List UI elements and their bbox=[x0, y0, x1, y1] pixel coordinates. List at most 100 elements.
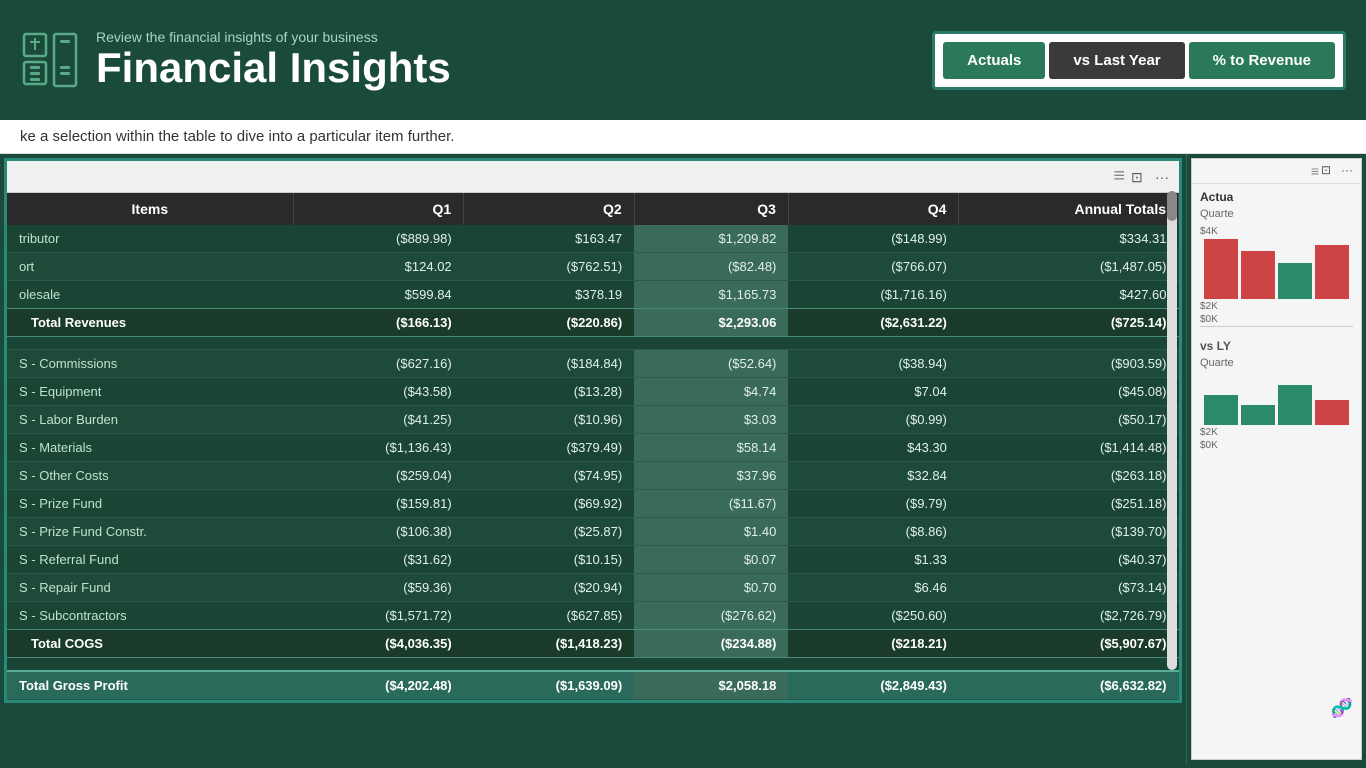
bar2-q1 bbox=[1204, 395, 1238, 425]
expand-icon[interactable]: ⊡ bbox=[1131, 169, 1147, 185]
table-row[interactable]: S - Subcontractors($1,571.72)($627.85)($… bbox=[7, 602, 1179, 630]
cell-item: tributor bbox=[7, 225, 293, 253]
cell-col4: ($766.07) bbox=[788, 253, 959, 281]
actuals-button[interactable]: Actuals bbox=[943, 42, 1045, 79]
cell-col1: ($43.58) bbox=[293, 378, 464, 406]
main-content: ≡ ⊡ ··· Items Q1 Q2 Q3 Q4 Annual Totals bbox=[0, 154, 1366, 764]
cell-col4: ($2,849.43) bbox=[788, 671, 959, 700]
cell-col5: ($2,726.79) bbox=[959, 602, 1179, 630]
cell-item: Total COGS bbox=[7, 630, 293, 658]
y-label-0k-vs: $0K bbox=[1200, 440, 1218, 451]
page-title: Financial Insights bbox=[96, 45, 451, 91]
dna-icon: 🧬 bbox=[1331, 698, 1353, 719]
vs-last-year-button[interactable]: vs Last Year bbox=[1049, 42, 1184, 79]
cell-item: S - Referral Fund bbox=[7, 546, 293, 574]
table-row[interactable]: S - Referral Fund($31.62)($10.15)$0.07$1… bbox=[7, 546, 1179, 574]
cell-col1: ($106.38) bbox=[293, 518, 464, 546]
cell-col2: ($627.85) bbox=[464, 602, 635, 630]
cell-col1: ($166.13) bbox=[293, 309, 464, 337]
quarter-sidebar-label: Quarte bbox=[1192, 206, 1361, 222]
col-q1: Q1 bbox=[293, 193, 464, 225]
cell-col3: ($11.67) bbox=[634, 490, 788, 518]
cell-item: olesale bbox=[7, 281, 293, 309]
table-row[interactable]: S - Commissions($627.16)($184.84)($52.64… bbox=[7, 350, 1179, 378]
bar-q1 bbox=[1204, 239, 1238, 299]
cell-col5: ($1,487.05) bbox=[959, 253, 1179, 281]
cell-col1: $599.84 bbox=[293, 281, 464, 309]
table-row[interactable]: S - Prize Fund($159.81)($69.92)($11.67)(… bbox=[7, 490, 1179, 518]
cell-col2: ($184.84) bbox=[464, 350, 635, 378]
table-row[interactable] bbox=[7, 337, 1179, 350]
cell-col1: ($1,571.72) bbox=[293, 602, 464, 630]
subtitle-text: ke a selection within the table to dive … bbox=[20, 128, 454, 145]
cell-item: S - Other Costs bbox=[7, 462, 293, 490]
table-row[interactable]: olesale$599.84$378.19$1,165.73($1,716.16… bbox=[7, 281, 1179, 309]
quarter-sidebar-label2: Quarte bbox=[1192, 355, 1361, 371]
cell-col1: ($4,036.35) bbox=[293, 630, 464, 658]
cell-col4: ($38.94) bbox=[788, 350, 959, 378]
table-row[interactable]: S - Other Costs($259.04)($74.95)$37.96$3… bbox=[7, 462, 1179, 490]
cell-col5: ($45.08) bbox=[959, 378, 1179, 406]
cell-col5: ($40.37) bbox=[959, 546, 1179, 574]
sidebar-more-icon[interactable]: ··· bbox=[1341, 163, 1357, 179]
cell-col4: ($250.60) bbox=[788, 602, 959, 630]
cell-col1: ($59.36) bbox=[293, 574, 464, 602]
cell-col3: $1.40 bbox=[634, 518, 788, 546]
pct-to-revenue-button[interactable]: % to Revenue bbox=[1189, 42, 1335, 79]
cell-item: S - Materials bbox=[7, 434, 293, 462]
bar2-q4 bbox=[1315, 400, 1349, 425]
table-row[interactable]: S - Equipment($43.58)($13.28)$4.74$7.04(… bbox=[7, 378, 1179, 406]
cell-item: S - Prize Fund bbox=[7, 490, 293, 518]
cell-item: ort bbox=[7, 253, 293, 281]
cell-col2: ($10.96) bbox=[464, 406, 635, 434]
cell-col5: ($903.59) bbox=[959, 350, 1179, 378]
table-row[interactable]: Total Revenues($166.13)($220.86)$2,293.0… bbox=[7, 309, 1179, 337]
cell-col5: ($6,632.82) bbox=[959, 671, 1179, 700]
table-row[interactable]: S - Labor Burden($41.25)($10.96)$3.03($0… bbox=[7, 406, 1179, 434]
actuals-chart: $4K $2K $0K bbox=[1192, 222, 1361, 322]
table-panel: ≡ ⊡ ··· Items Q1 Q2 Q3 Q4 Annual Totals bbox=[0, 154, 1186, 764]
table-row[interactable]: tributor($889.98)$163.47$1,209.82($148.9… bbox=[7, 225, 1179, 253]
scrollbar[interactable] bbox=[1167, 191, 1177, 670]
cell-col3: ($276.62) bbox=[634, 602, 788, 630]
bar-q4 bbox=[1315, 245, 1349, 299]
cell-item: S - Repair Fund bbox=[7, 574, 293, 602]
cell-item: S - Subcontractors bbox=[7, 602, 293, 630]
header-text: Review the financial insights of your bu… bbox=[96, 29, 451, 91]
table-row[interactable] bbox=[7, 658, 1179, 672]
vs-ly-sidebar-label: vs LY bbox=[1192, 331, 1361, 355]
scrollbar-thumb[interactable] bbox=[1167, 191, 1177, 221]
cell-col5: ($50.17) bbox=[959, 406, 1179, 434]
cell-col3: $2,293.06 bbox=[634, 309, 788, 337]
cell-item: S - Equipment bbox=[7, 378, 293, 406]
cell-col4: $7.04 bbox=[788, 378, 959, 406]
cell-col1: ($4,202.48) bbox=[293, 671, 464, 700]
cell-col5: ($1,414.48) bbox=[959, 434, 1179, 462]
cell-col1: ($1,136.43) bbox=[293, 434, 464, 462]
cell-col3: $37.96 bbox=[634, 462, 788, 490]
more-icon[interactable]: ··· bbox=[1155, 169, 1171, 185]
table-row[interactable]: Total COGS($4,036.35)($1,418.23)($234.88… bbox=[7, 630, 1179, 658]
sidebar-divider-1 bbox=[1200, 326, 1353, 327]
cell-col5: ($251.18) bbox=[959, 490, 1179, 518]
cell-col2: $378.19 bbox=[464, 281, 635, 309]
cell-col3: $2,058.18 bbox=[634, 671, 788, 700]
cell-col3: $0.70 bbox=[634, 574, 788, 602]
table-row[interactable]: S - Prize Fund Constr.($106.38)($25.87)$… bbox=[7, 518, 1179, 546]
table-header-row: Items Q1 Q2 Q3 Q4 Annual Totals bbox=[7, 193, 1179, 225]
table-row[interactable]: S - Repair Fund($59.36)($20.94)$0.70$6.4… bbox=[7, 574, 1179, 602]
cell-col2: ($10.15) bbox=[464, 546, 635, 574]
cell-col3: $1,209.82 bbox=[634, 225, 788, 253]
toggle-panel: Actuals vs Last Year % to Revenue bbox=[932, 31, 1346, 90]
cell-col1: $124.02 bbox=[293, 253, 464, 281]
table-row[interactable]: Total Gross Profit($4,202.48)($1,639.09)… bbox=[7, 671, 1179, 700]
cell-col4: ($1,716.16) bbox=[788, 281, 959, 309]
y-label-4k: $4K bbox=[1200, 226, 1218, 237]
table-row[interactable]: S - Materials($1,136.43)($379.49)$58.14$… bbox=[7, 434, 1179, 462]
table-row[interactable]: ort$124.02($762.51)($82.48)($766.07)($1,… bbox=[7, 253, 1179, 281]
col-q2: Q2 bbox=[464, 193, 635, 225]
cell-col2: ($762.51) bbox=[464, 253, 635, 281]
cell-col4: ($2,631.22) bbox=[788, 309, 959, 337]
sidebar-expand-icon[interactable]: ⊡ bbox=[1321, 163, 1337, 179]
header-subtitle: Review the financial insights of your bu… bbox=[96, 29, 451, 45]
